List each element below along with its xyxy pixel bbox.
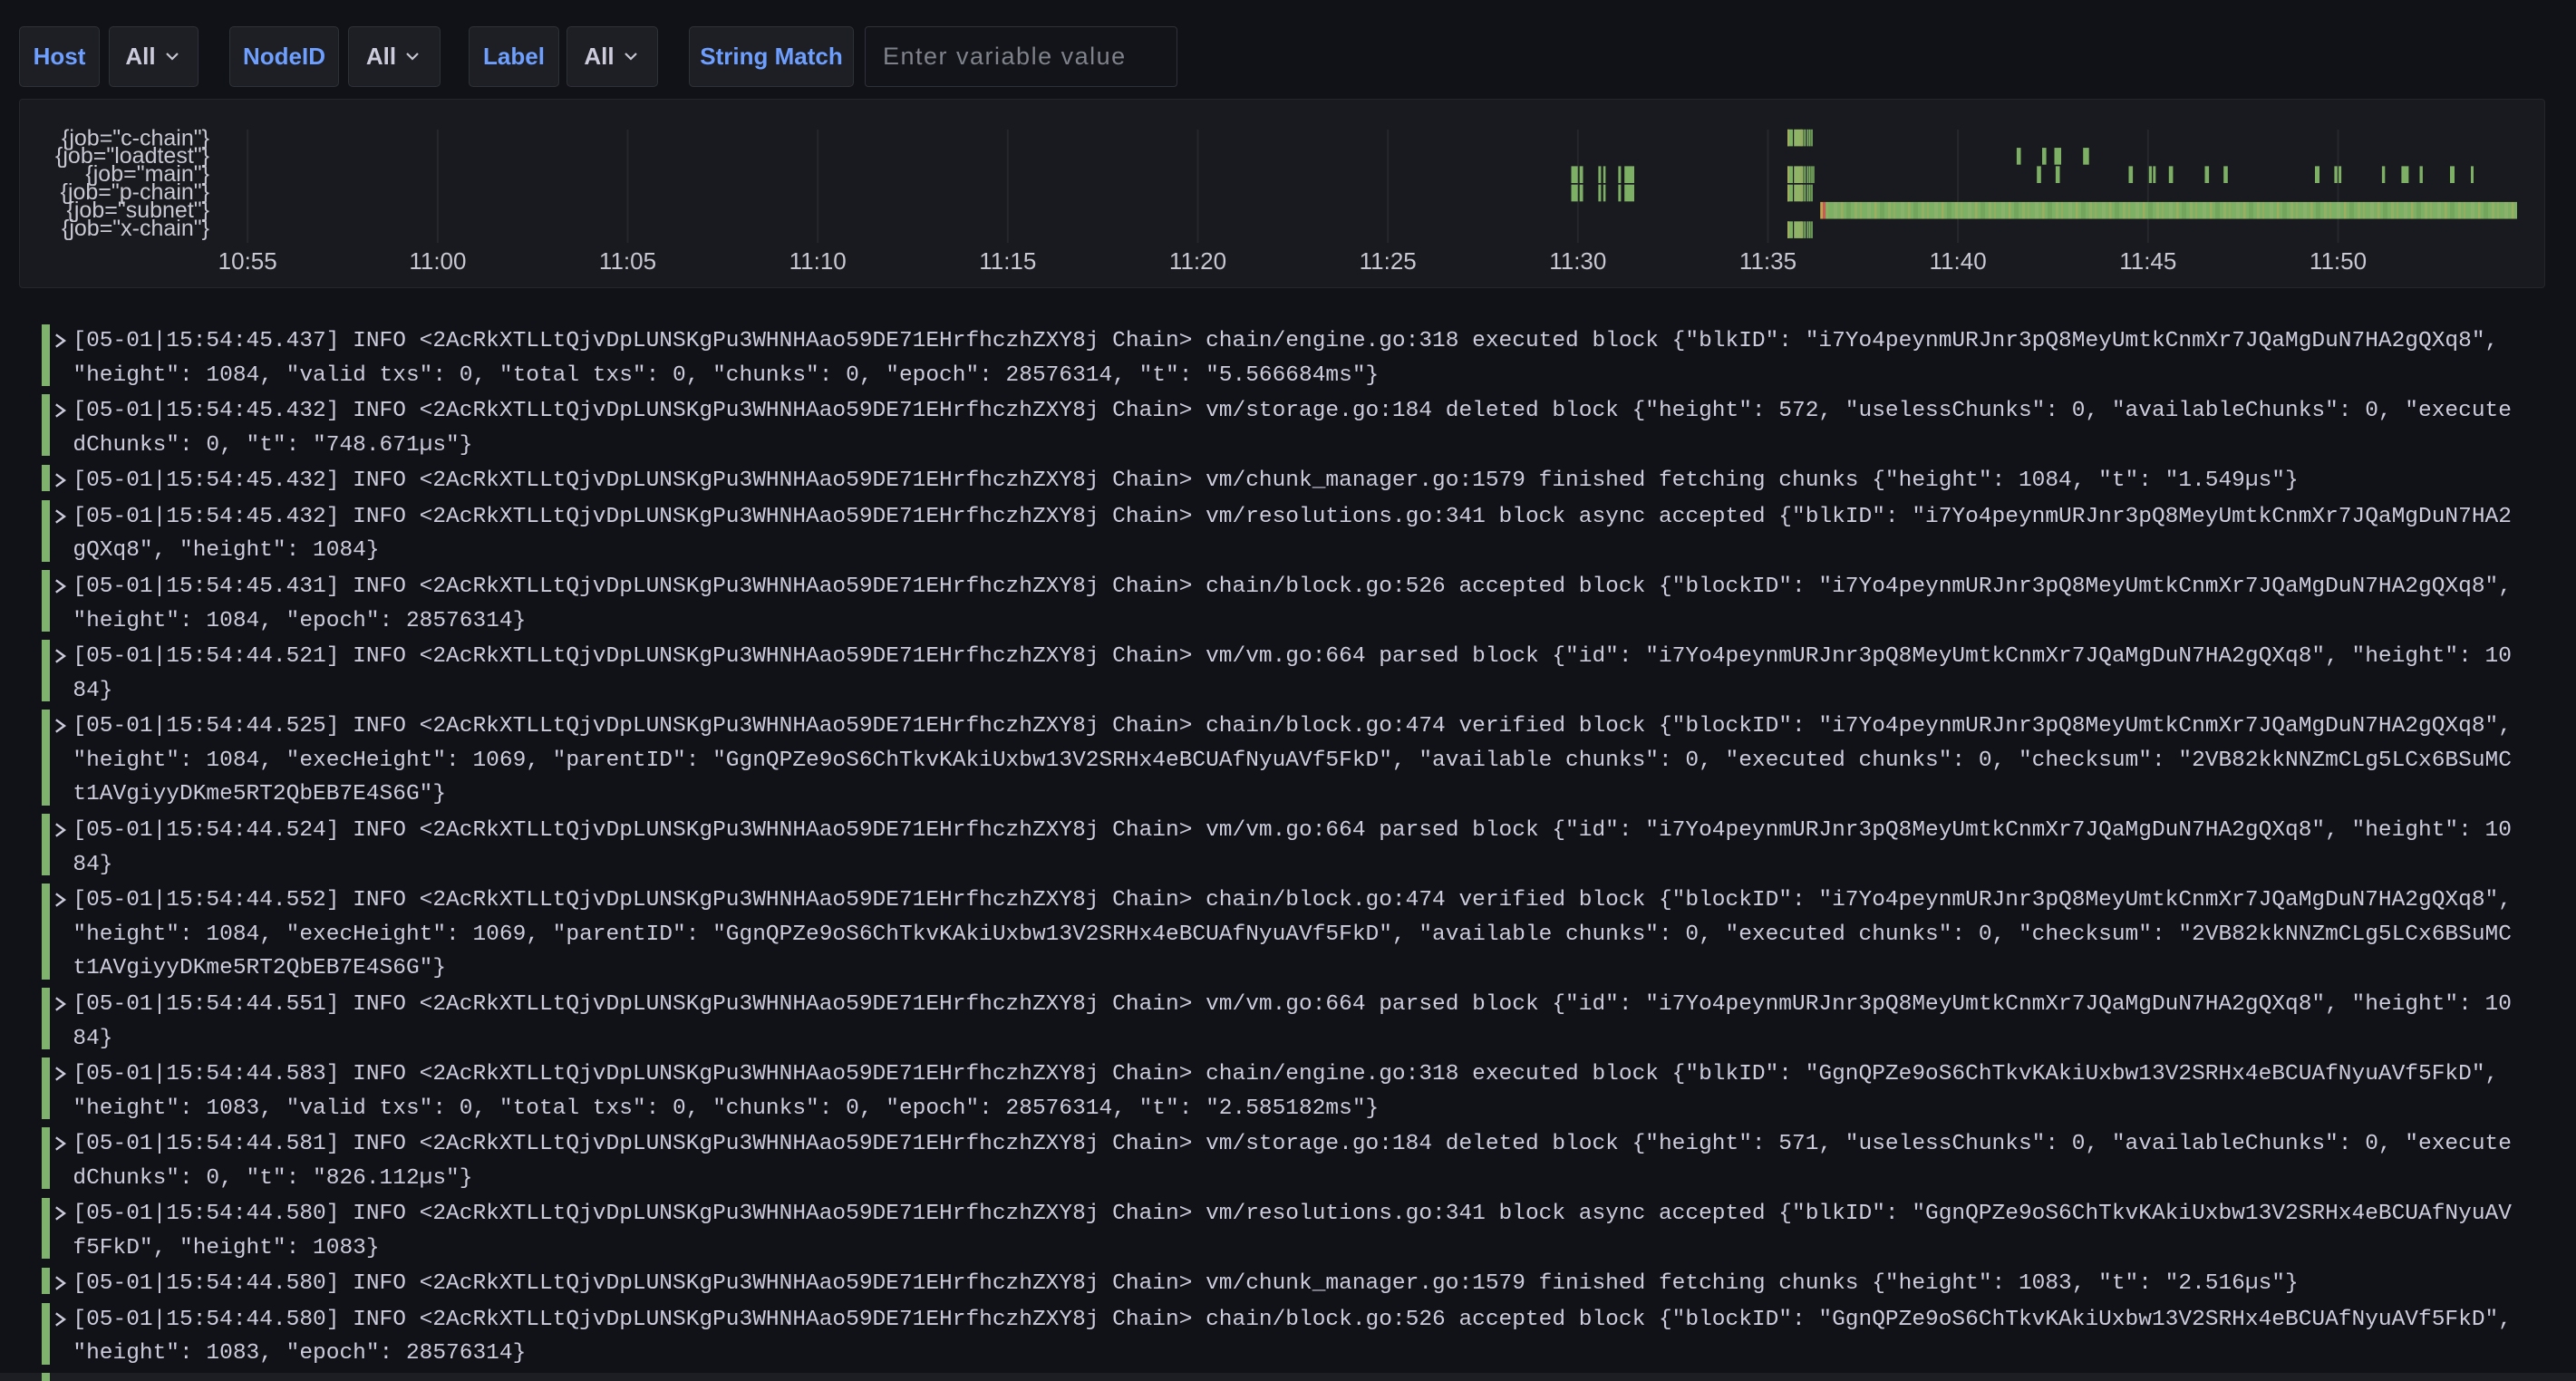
svg-text:11:00: 11:00: [409, 247, 466, 275]
svg-text:11:15: 11:15: [979, 247, 1036, 275]
svg-text:11:20: 11:20: [1169, 247, 1226, 275]
svg-text:11:40: 11:40: [1930, 247, 1987, 275]
svg-text:11:45: 11:45: [2119, 247, 2176, 275]
svg-text:11:30: 11:30: [1549, 247, 1606, 275]
svg-text:{job="x-chain"}: {job="x-chain"}: [62, 216, 209, 241]
svg-text:11:05: 11:05: [599, 247, 656, 275]
svg-text:11:35: 11:35: [1739, 247, 1796, 275]
svg-text:10:55: 10:55: [218, 247, 277, 275]
svg-text:11:10: 11:10: [789, 247, 847, 275]
svg-text:11:50: 11:50: [2310, 247, 2367, 275]
svg-text:11:25: 11:25: [1360, 247, 1417, 275]
